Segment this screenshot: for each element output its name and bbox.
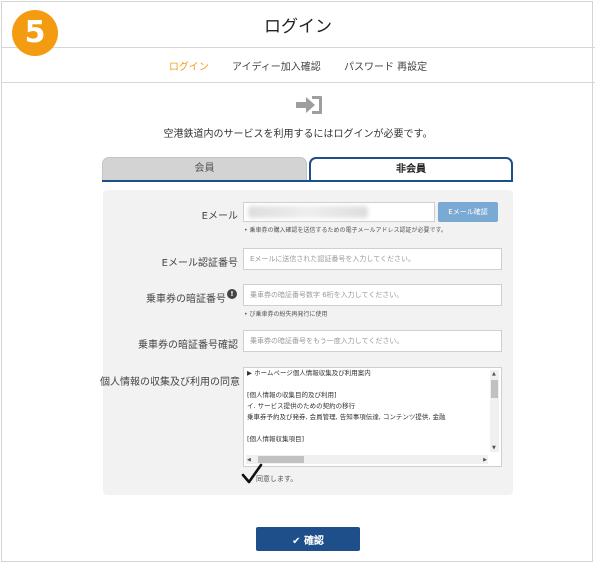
scroll-down-icon[interactable]: ▼ xyxy=(492,445,496,451)
pin-input[interactable] xyxy=(243,284,502,306)
login-arrow-icon xyxy=(296,96,322,114)
check-icon: ✔ xyxy=(292,535,301,547)
horizontal-scrollbar[interactable]: ◀ ▶ xyxy=(246,455,488,464)
login-required-notice: 空港鉄道内のサービスを利用するにはログインが必要です。 xyxy=(163,129,433,140)
vertical-scrollbar[interactable]: ▲ ▼ xyxy=(490,370,499,452)
pin-label: 乗車券の暗証番号 xyxy=(146,294,226,305)
terms-line xyxy=(247,379,487,390)
horizontal-scroll-thumb[interactable] xyxy=(258,456,304,463)
header-divider xyxy=(1,47,595,48)
terms-line: [個人情報収集項目] xyxy=(247,435,305,443)
terms-line: 乗車券予約及び発券, 会員管理, 告知事項伝達, コンテンツ提供, 金融 xyxy=(247,413,446,421)
nav-divider xyxy=(1,82,595,83)
privacy-terms-box[interactable]: ▶ ホームページ個人情報収集及び利用案内 [個人情報の収集目的及び利用] イ. … xyxy=(243,367,502,467)
sub-navigation: ログイン アイディー加入確認 パスワード 再設定 xyxy=(0,58,596,73)
privacy-label: 個人情報の収集及び利用の同意 xyxy=(100,377,240,388)
email-code-label: Eメール認証番号 xyxy=(161,258,238,269)
tab-member[interactable]: 会員 xyxy=(102,157,307,181)
terms-line: [個人情報の収集目的及び利用] xyxy=(247,391,337,399)
tab-login[interactable]: ログイン xyxy=(169,58,209,73)
tab-id-check[interactable]: アイディー加入確認 xyxy=(232,58,321,73)
page-title: ログイン xyxy=(264,17,332,37)
terms-line: ▶ ホームページ個人情報収集及び利用案内 xyxy=(247,369,371,377)
pin-hint: • び乗車券の紛失再発行に使用 xyxy=(244,311,328,318)
vertical-scroll-thumb[interactable] xyxy=(491,380,498,398)
terms-line xyxy=(247,423,487,434)
email-confirm-button[interactable]: Eメール確認 xyxy=(438,202,498,222)
scroll-right-icon[interactable]: ▶ xyxy=(483,457,487,463)
tab-underline xyxy=(102,180,513,182)
privacy-terms-text: ▶ ホームページ個人情報収集及び利用案内 [個人情報の収集目的及び利用] イ. … xyxy=(247,368,487,445)
pin-confirm-label: 乗車券の暗証番号確認 xyxy=(138,340,238,351)
info-icon[interactable]: ! xyxy=(227,289,237,299)
agree-label[interactable]: 同意します。 xyxy=(256,474,297,484)
tab-nonmember[interactable]: 非会員 xyxy=(309,157,513,181)
email-value-redacted xyxy=(248,206,368,218)
pin-confirm-input[interactable] xyxy=(243,330,502,352)
step-badge: 5 xyxy=(12,10,58,56)
confirm-button[interactable]: ✔ 確認 xyxy=(256,527,360,551)
email-hint: • 乗車券の購入確認を送信するための電子メールアドレス認証が必要です。 xyxy=(244,227,447,234)
tab-password-reset[interactable]: パスワード 再設定 xyxy=(344,58,427,73)
scroll-up-icon[interactable]: ▲ xyxy=(492,371,496,377)
confirm-label: 確認 xyxy=(303,535,324,547)
email-label: Eメール xyxy=(201,211,238,222)
terms-line: イ. サービス提供のための契約の移行 xyxy=(247,402,356,410)
email-code-input[interactable] xyxy=(243,248,502,270)
